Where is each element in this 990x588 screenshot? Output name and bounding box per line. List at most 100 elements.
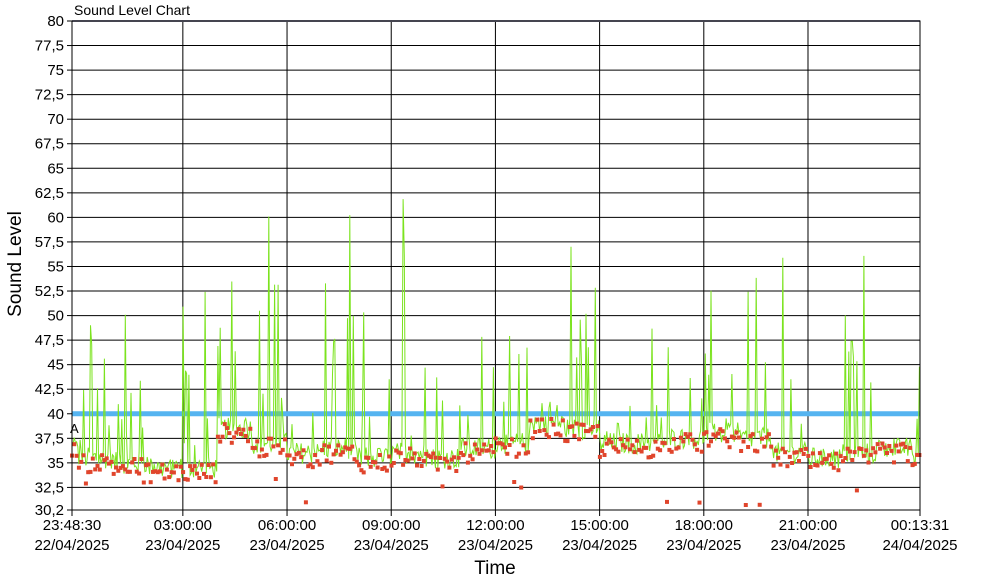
- series-marker: [880, 441, 885, 446]
- series-marker: [482, 442, 487, 447]
- series-marker: [903, 445, 908, 449]
- series-marker: [417, 457, 422, 461]
- series-marker: [246, 439, 250, 444]
- series-marker: [336, 443, 341, 448]
- series-marker: [195, 471, 199, 476]
- series-marker: [817, 451, 822, 456]
- series-marker: [479, 448, 484, 453]
- x-tick-date: 23/04/2025: [249, 537, 324, 554]
- series-marker: [519, 485, 524, 490]
- series-marker: [917, 453, 922, 457]
- series-marker: [465, 460, 470, 465]
- series-marker: [206, 463, 211, 467]
- series-marker: [412, 451, 417, 456]
- series-marker: [220, 434, 225, 439]
- series-marker: [866, 460, 871, 465]
- series-marker: [769, 444, 774, 449]
- series-marker: [521, 443, 526, 448]
- series-marker: [861, 453, 866, 458]
- series-marker: [199, 462, 204, 467]
- series-marker: [415, 463, 419, 468]
- marker-label-a: A: [70, 421, 79, 436]
- series-marker: [132, 457, 137, 461]
- series-marker: [739, 449, 744, 453]
- series-marker: [468, 453, 473, 458]
- series-marker: [852, 450, 857, 455]
- series-marker: [111, 471, 116, 476]
- series-marker: [398, 451, 403, 456]
- series-marker: [632, 450, 637, 455]
- series-marker: [190, 468, 195, 472]
- series-marker: [139, 457, 144, 462]
- series-marker: [218, 439, 223, 444]
- series-marker: [678, 435, 683, 440]
- series-marker: [408, 446, 412, 451]
- series-marker: [783, 450, 788, 455]
- y-tick-label: 42,5: [35, 381, 64, 398]
- series-marker: [549, 417, 554, 421]
- series-marker: [644, 445, 649, 450]
- series-marker: [565, 439, 570, 444]
- series-marker: [692, 442, 697, 447]
- x-tick-date: 23/04/2025: [562, 537, 637, 554]
- series-marker: [472, 442, 477, 447]
- x-tick-date: 23/04/2025: [145, 537, 220, 554]
- series-marker: [229, 440, 234, 445]
- x-tick-time: 18:00:00: [675, 517, 733, 534]
- series-marker: [141, 480, 146, 485]
- series-marker: [257, 454, 262, 459]
- series-marker: [350, 444, 355, 449]
- series-marker: [750, 432, 755, 437]
- series-marker: [387, 454, 392, 459]
- series-marker: [361, 470, 366, 475]
- series-marker: [892, 460, 896, 465]
- series-marker: [896, 449, 901, 454]
- x-tick-date: 23/04/2025: [458, 537, 533, 554]
- series-marker: [535, 417, 540, 422]
- series-marker: [375, 465, 380, 470]
- series-marker: [354, 459, 359, 464]
- series-marker: [609, 440, 614, 445]
- series-marker: [623, 445, 628, 450]
- series-marker: [419, 464, 424, 468]
- series-marker: [331, 452, 336, 457]
- series-marker: [829, 461, 834, 466]
- y-tick-label: 47,5: [35, 332, 64, 349]
- series-marker: [239, 432, 243, 436]
- y-tick-label: 60: [47, 209, 64, 226]
- series-marker: [854, 488, 859, 493]
- series-marker: [477, 451, 482, 456]
- series-marker: [804, 446, 808, 451]
- series-marker: [334, 448, 338, 453]
- series-marker: [222, 422, 227, 427]
- series-marker: [79, 459, 84, 464]
- series-marker: [581, 422, 586, 427]
- series-marker: [373, 460, 378, 465]
- series-marker: [438, 456, 443, 460]
- series-marker: [757, 502, 762, 507]
- series-marker: [368, 464, 373, 469]
- y-tick-label: 62,5: [35, 185, 64, 202]
- series-marker: [178, 464, 183, 469]
- series-marker: [259, 447, 264, 452]
- series-marker: [760, 436, 764, 441]
- series-marker: [688, 432, 693, 437]
- series-marker: [875, 442, 880, 447]
- series-marker: [755, 449, 760, 454]
- sound-level-chart: 80 77,5 75 72,5 70 67,5 65 62,5 60 57,5 55 52,5 50 47…: [5, 13, 958, 579]
- x-tick-time: 15:00:00: [570, 517, 628, 534]
- series-marker: [241, 427, 246, 432]
- series-marker: [292, 456, 297, 461]
- series-marker: [850, 458, 855, 462]
- series-marker: [743, 503, 748, 507]
- series-marker: [824, 456, 829, 461]
- series-marker: [452, 455, 456, 460]
- series-marker: [799, 448, 804, 452]
- x-tick-time: 03:00:00: [154, 517, 212, 534]
- series-marker: [699, 449, 704, 454]
- series-marker: [887, 444, 892, 448]
- series-marker: [697, 500, 702, 505]
- series-marker: [905, 459, 910, 464]
- x-tick-time: 06:00:00: [258, 517, 316, 534]
- series-marker: [72, 442, 77, 447]
